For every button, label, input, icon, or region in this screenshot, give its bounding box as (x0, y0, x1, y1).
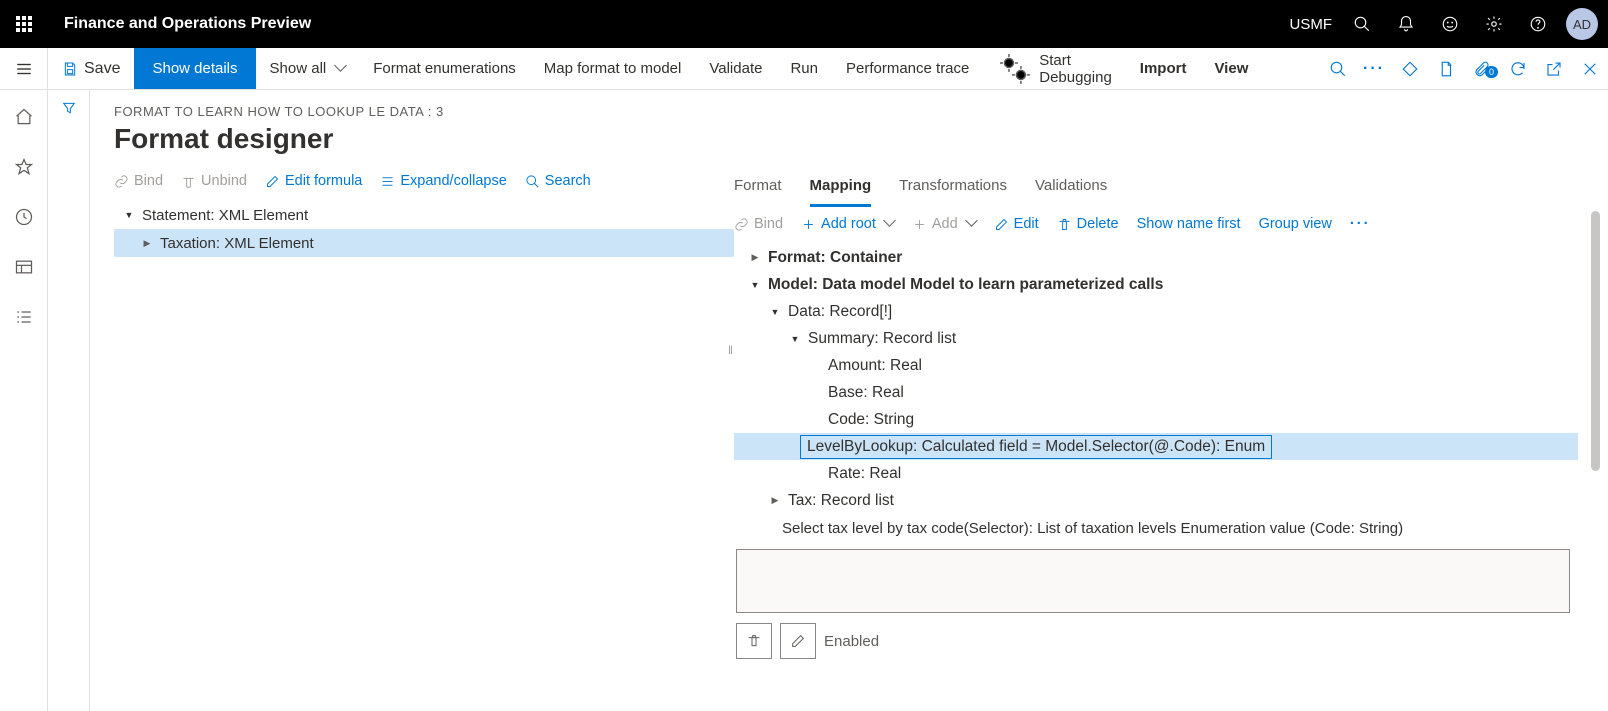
node-tax[interactable]: Tax: Record list (734, 487, 1578, 514)
tab-validations[interactable]: Validations (1035, 173, 1107, 207)
bind-action: Bind (114, 173, 163, 189)
tree-node-taxation[interactable]: Taxation: XML Element (114, 229, 734, 257)
performance-trace-button[interactable]: Performance trace (832, 48, 983, 89)
right-action-row: Bind Add root Add Edit Delete Show name … (734, 216, 1578, 232)
node-summary[interactable]: Summary: Record list (734, 325, 1578, 352)
document-icon[interactable] (1428, 60, 1464, 78)
clock-icon[interactable] (0, 200, 48, 234)
edit-formula-button[interactable] (780, 623, 816, 659)
refresh-icon[interactable] (1500, 60, 1536, 78)
app-title: Finance and Operations Preview (48, 15, 311, 33)
command-bar: Save Show details Show all Format enumer… (0, 48, 1608, 90)
node-data[interactable]: Data: Record[!] (734, 298, 1578, 325)
start-debugging-button[interactable]: Start Debugging (983, 48, 1125, 89)
unbind-action: Unbind (181, 173, 247, 189)
tab-format[interactable]: Format (734, 173, 782, 207)
delete-formula-button[interactable] (736, 623, 772, 659)
attach-badge: 0 (1485, 66, 1498, 78)
node-levelbylookup[interactable]: LevelByLookup: Calculated field = Model.… (734, 433, 1578, 460)
show-details-button[interactable]: Show details (134, 48, 255, 89)
scrollbar[interactable] (1591, 211, 1600, 471)
save-button[interactable]: Save (48, 48, 134, 89)
enabled-label: Enabled (824, 633, 879, 650)
star-icon[interactable] (0, 150, 48, 184)
mapping-tree: Format: Container Model: Data model Mode… (734, 244, 1578, 549)
node-code[interactable]: Code: String (734, 406, 1578, 433)
hamburger-menu[interactable] (0, 48, 48, 89)
show-name-first-action[interactable]: Show name first (1137, 216, 1241, 232)
search-command-icon[interactable] (1320, 60, 1356, 78)
filter-column (48, 90, 90, 711)
search-action[interactable]: Search (525, 173, 591, 189)
home-icon[interactable] (0, 100, 48, 134)
bell-icon[interactable] (1384, 0, 1428, 48)
more-actions[interactable]: ··· (1350, 216, 1371, 232)
node-model[interactable]: Model: Data model Model to learn paramet… (734, 271, 1578, 298)
arrow-right-icon[interactable] (140, 238, 154, 249)
arrow-down-icon[interactable] (788, 334, 802, 344)
left-rail (0, 90, 48, 711)
node-format-container[interactable]: Format: Container (734, 244, 1578, 271)
filter-icon[interactable] (61, 100, 77, 711)
chevron-down-icon (963, 216, 976, 232)
formula-textarea[interactable] (736, 549, 1570, 613)
close-icon[interactable] (1572, 60, 1608, 78)
arrow-down-icon[interactable] (748, 280, 762, 290)
waffle-icon (16, 16, 32, 32)
add-action: Add (912, 216, 976, 232)
smiley-icon[interactable] (1428, 0, 1472, 48)
run-button[interactable]: Run (776, 48, 832, 89)
company-code[interactable]: USMF (1290, 16, 1333, 33)
arrow-right-icon[interactable] (768, 495, 782, 506)
right-tabs: Format Mapping Transformations Validatio… (734, 173, 1578, 208)
page-title: Format designer (114, 123, 1608, 155)
search-icon[interactable] (1340, 0, 1384, 48)
edit-formula-action[interactable]: Edit formula (265, 173, 362, 189)
more-command-icon[interactable]: ··· (1356, 60, 1392, 78)
format-enumerations-button[interactable]: Format enumerations (359, 48, 530, 89)
node-base[interactable]: Base: Real (734, 379, 1578, 406)
attach-icon[interactable]: 0 (1464, 60, 1500, 78)
arrow-right-icon[interactable] (748, 252, 762, 263)
tab-transformations[interactable]: Transformations (899, 173, 1007, 207)
save-label: Save (84, 60, 120, 78)
delete-action[interactable]: Delete (1057, 216, 1119, 232)
node-description: Select tax level by tax code(Selector): … (734, 514, 1578, 549)
import-button[interactable]: Import (1126, 48, 1201, 89)
node-rate[interactable]: Rate: Real (734, 460, 1578, 487)
popout-icon[interactable] (1536, 60, 1572, 78)
format-tree: Statement: XML Element Taxation: XML Ele… (114, 201, 734, 257)
arrow-down-icon[interactable] (768, 307, 782, 317)
workspace-icon[interactable] (0, 250, 48, 284)
expand-collapse-action[interactable]: Expand/collapse (380, 173, 506, 189)
left-action-row: Bind Unbind Edit formula Expand/collapse… (114, 173, 734, 189)
group-view-action[interactable]: Group view (1259, 216, 1332, 232)
view-button[interactable]: View (1200, 48, 1262, 89)
modules-icon[interactable] (0, 300, 48, 334)
tree-node-statement[interactable]: Statement: XML Element (114, 201, 734, 229)
bind-right-action: Bind (734, 216, 783, 232)
top-header: Finance and Operations Preview USMF AD (0, 0, 1608, 48)
help-icon[interactable] (1516, 0, 1560, 48)
avatar[interactable]: AD (1566, 8, 1598, 40)
app-launcher[interactable] (0, 0, 48, 48)
show-all-button[interactable]: Show all (256, 48, 360, 89)
arrow-down-icon[interactable] (122, 210, 136, 220)
node-amount[interactable]: Amount: Real (734, 352, 1578, 379)
chevron-down-icon (332, 60, 345, 77)
map-format-button[interactable]: Map format to model (530, 48, 696, 89)
breadcrumb: FORMAT TO LEARN HOW TO LOOKUP LE DATA : … (114, 104, 1608, 119)
diamond-icon[interactable] (1392, 60, 1428, 78)
chevron-down-icon (881, 216, 894, 232)
gear-icon[interactable] (1472, 0, 1516, 48)
edit-action[interactable]: Edit (994, 216, 1039, 232)
tab-mapping[interactable]: Mapping (810, 173, 872, 207)
add-root-action[interactable]: Add root (801, 216, 894, 232)
validate-button[interactable]: Validate (695, 48, 776, 89)
